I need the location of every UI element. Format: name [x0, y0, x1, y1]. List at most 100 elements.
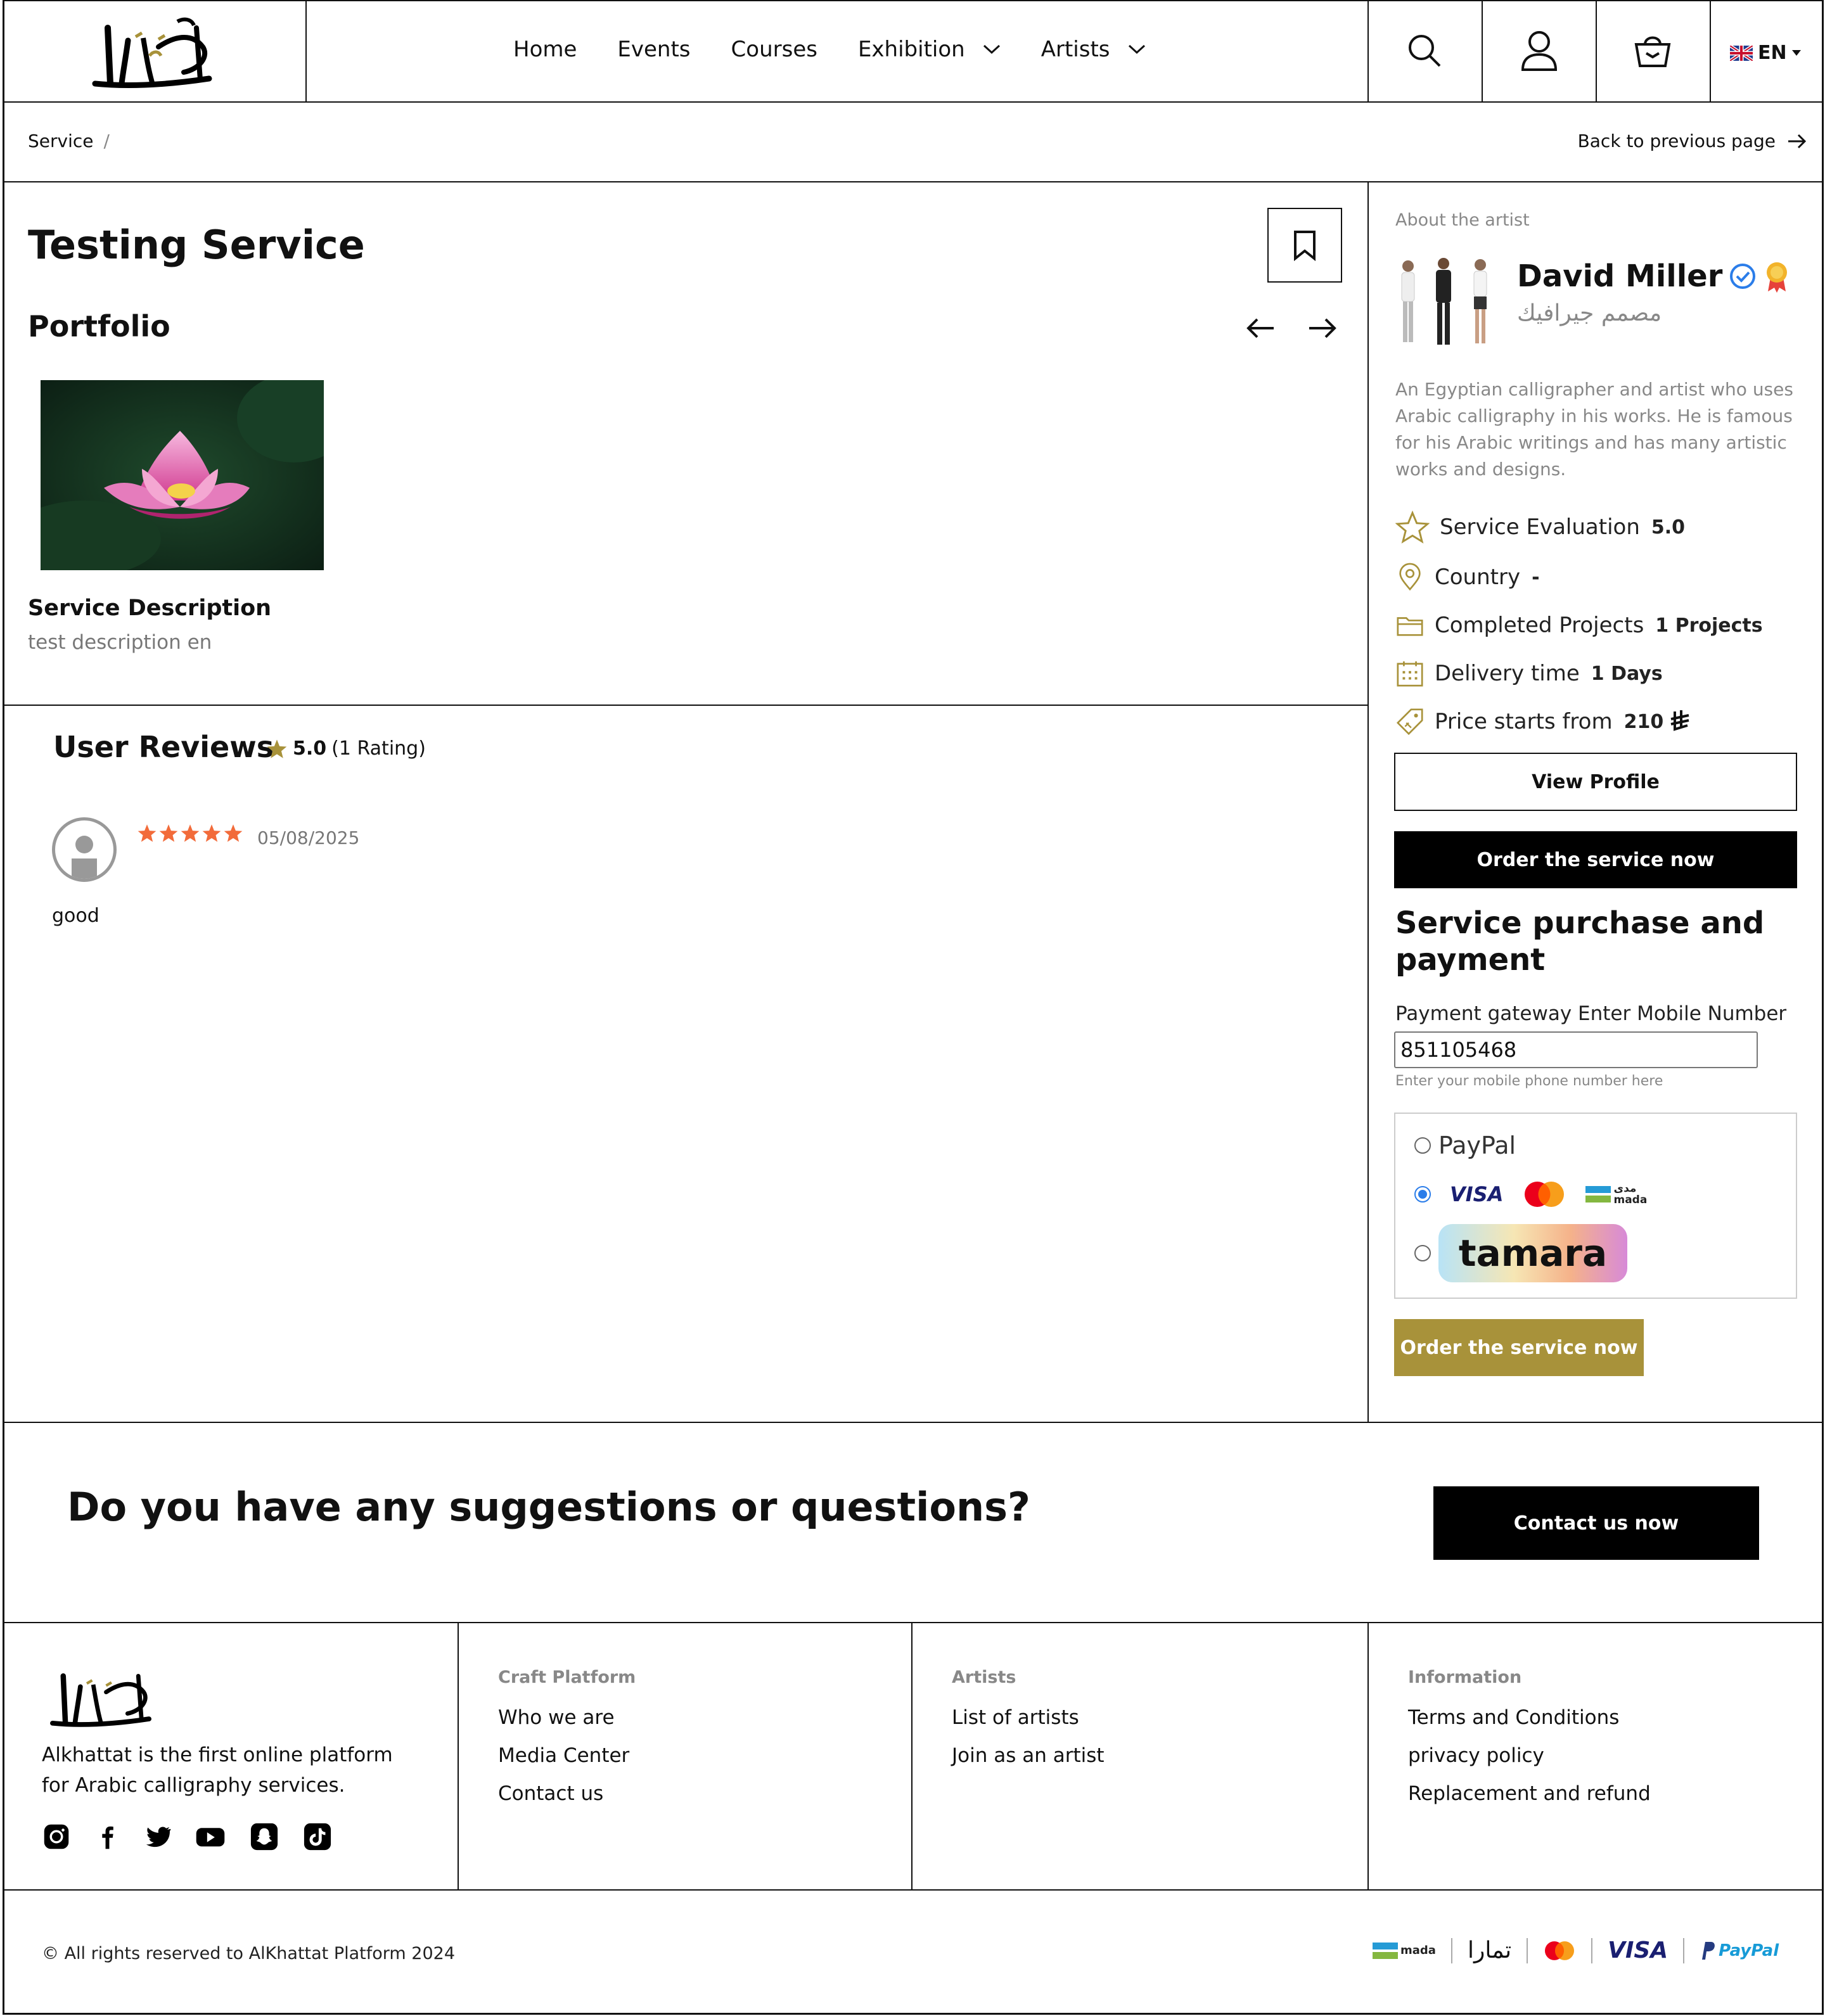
bookmark-button[interactable]: [1267, 208, 1342, 283]
youtube-icon[interactable]: [195, 1823, 226, 1850]
footer-link-privacy[interactable]: privacy policy: [1408, 1744, 1651, 1767]
caret-down-icon: [1791, 49, 1801, 56]
footer-divider: [1367, 1622, 1369, 1891]
stat-completed-projects: Completed Projects 1 Projects: [1395, 611, 1763, 640]
breadcrumb-separator: /: [103, 131, 110, 151]
footer-divider: [911, 1622, 912, 1891]
footer-link-list-of-artists[interactable]: List of artists: [952, 1706, 1105, 1729]
calendar-icon: [1397, 661, 1423, 687]
stat-value: 1 Days: [1591, 662, 1663, 685]
portfolio-prev-button[interactable]: [1246, 317, 1275, 342]
mada-text: mada: [1613, 1194, 1648, 1206]
account-button[interactable]: [1521, 30, 1558, 71]
payment-option-paypal-label: PayPal: [1438, 1132, 1516, 1159]
nav-courses[interactable]: Courses: [731, 37, 817, 62]
order-service-pay-button[interactable]: Order the service now: [1394, 1319, 1644, 1376]
artist-subtitle: مصمم جيرافيك: [1517, 300, 1662, 326]
star-icon: [159, 824, 178, 842]
artist-avatar[interactable]: [1392, 256, 1499, 351]
artist-name[interactable]: David Miller: [1517, 258, 1722, 294]
arrow-right-icon: [1788, 134, 1807, 148]
breadcrumb: Service /: [28, 131, 110, 151]
facebook-icon[interactable]: [94, 1823, 120, 1850]
footer-link-who-we-are[interactable]: Who we are: [498, 1706, 636, 1729]
service-description-heading: Service Description: [28, 596, 272, 621]
mada-logo: مدى mada: [1585, 1183, 1647, 1206]
snapchat-icon[interactable]: [250, 1822, 279, 1851]
footer-col-artists: Artists List of artists Join as an artis…: [952, 1668, 1105, 1767]
review-date: 05/08/2025: [257, 827, 360, 848]
payment-field-label: Payment gateway Enter Mobile Number: [1395, 1002, 1787, 1025]
bookmark-icon: [1294, 231, 1316, 261]
nav-exhibition-label: Exhibition: [857, 37, 965, 62]
stat-delivery-time: Delivery time 1 Days: [1395, 659, 1763, 688]
order-service-button[interactable]: Order the service now: [1394, 831, 1797, 888]
logo-divider: [1450, 1937, 1452, 1963]
mada-bars-icon: [1373, 1942, 1398, 1959]
instagram-icon[interactable]: [43, 1823, 70, 1850]
breadcrumb-item-service[interactable]: Service: [28, 131, 93, 151]
footer-link-contact-us[interactable]: Contact us: [498, 1782, 636, 1805]
header-top-border: [3, 0, 1824, 1]
mobile-number-input[interactable]: [1394, 1031, 1758, 1068]
folder-icon: [1397, 617, 1423, 636]
footer-link-terms[interactable]: Terms and Conditions: [1408, 1706, 1651, 1729]
footer-link-refund[interactable]: Replacement and refund: [1408, 1782, 1651, 1805]
footer-divider: [458, 1622, 459, 1891]
back-link[interactable]: Back to previous page: [1578, 131, 1807, 151]
payment-option-tamara[interactable]: tamara: [1414, 1224, 1627, 1282]
nav-artists[interactable]: Artists: [1041, 37, 1146, 62]
stat-label: Country: [1435, 565, 1521, 590]
cta-top-border: [3, 1422, 1824, 1423]
nav-events[interactable]: Events: [617, 37, 690, 62]
radio-paypal[interactable]: [1414, 1137, 1431, 1154]
contact-us-button[interactable]: Contact us now: [1433, 1486, 1759, 1560]
chevron-down-icon: [983, 44, 1000, 54]
stat-label: Service Evaluation: [1440, 514, 1640, 540]
payment-option-paypal[interactable]: PayPal: [1414, 1132, 1516, 1159]
nav-exhibition[interactable]: Exhibition: [858, 37, 1001, 62]
footer-link-media-center[interactable]: Media Center: [498, 1744, 636, 1767]
footer-tamara-logo: تمارا: [1467, 1937, 1512, 1963]
nav-home[interactable]: Home: [513, 37, 577, 62]
artist-name-row: David Miller: [1517, 258, 1791, 294]
tiktok-icon[interactable]: [303, 1822, 332, 1851]
review-stars: [137, 824, 243, 843]
radio-tamara[interactable]: [1414, 1245, 1431, 1261]
star-icon: [181, 824, 200, 842]
site-logo[interactable]: [82, 9, 222, 91]
portfolio-image[interactable]: [41, 380, 324, 570]
star-icon: [267, 739, 287, 758]
artist-stats: Service Evaluation 5.0 Country - Complet…: [1395, 511, 1763, 736]
stat-service-evaluation: Service Evaluation 5.0: [1395, 511, 1763, 544]
award-ribbon-icon: [1767, 262, 1788, 293]
artist-bio: An Egyptian calligrapher and artist who …: [1395, 379, 1793, 480]
view-profile-button[interactable]: View Profile: [1394, 753, 1797, 811]
mada-bars-icon: [1585, 1186, 1611, 1203]
cart-button[interactable]: [1634, 33, 1672, 68]
twitter-icon[interactable]: [144, 1823, 171, 1850]
search-button[interactable]: [1407, 33, 1442, 68]
payment-heading: Service purchase and payment: [1395, 905, 1765, 978]
radio-card[interactable]: [1414, 1186, 1431, 1203]
saudi-riyal-icon: [1670, 710, 1689, 731]
stat-label: Price starts from: [1435, 709, 1613, 734]
uk-flag-icon: [1730, 45, 1753, 61]
user-icon: [1521, 31, 1558, 71]
location-pin-icon: [1399, 563, 1421, 591]
footer-col-heading: Artists: [952, 1668, 1016, 1687]
cta-question: Do you have any suggestions or questions…: [67, 1484, 1030, 1530]
star-outline-icon: [1395, 511, 1430, 544]
shopping-bag-icon: [1634, 36, 1671, 67]
main-nav: Home Events Courses Exhibition Artists: [513, 37, 1146, 62]
payment-option-card[interactable]: VISA مدى mada: [1414, 1181, 1647, 1208]
portfolio-next-button[interactable]: [1308, 317, 1337, 342]
footer-link-join-as-artist[interactable]: Join as an artist: [952, 1744, 1105, 1767]
footer-logo[interactable]: [41, 1660, 161, 1730]
footer-tagline: Alkhattat is the first online platform f…: [42, 1744, 393, 1797]
footer-mada-text: mada: [1400, 1944, 1436, 1957]
language-selector[interactable]: EN: [1730, 42, 1801, 64]
footer-col-heading: Information: [1408, 1668, 1522, 1687]
chevron-down-icon: [1128, 44, 1145, 54]
header-divider: [305, 0, 307, 103]
